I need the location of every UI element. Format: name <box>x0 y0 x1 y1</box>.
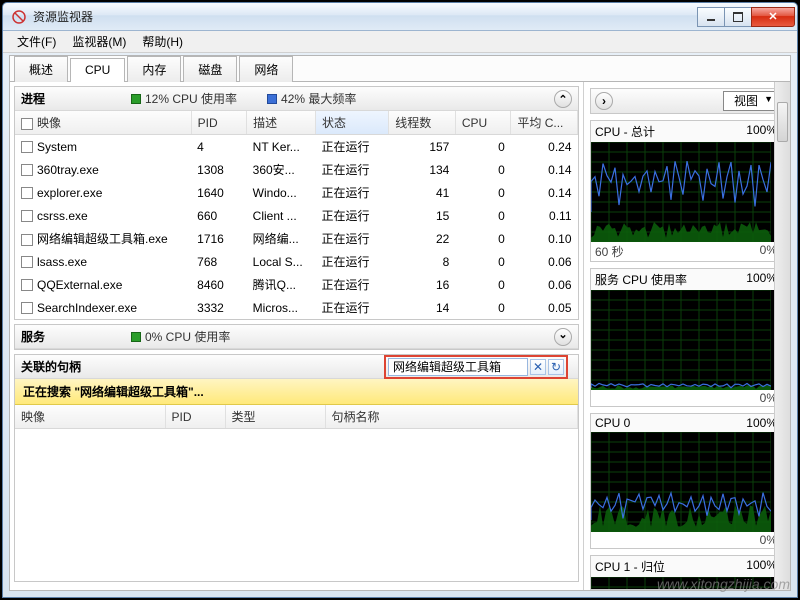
services-header[interactable]: 服务 0% CPU 使用率 <box>15 325 578 349</box>
table-row[interactable]: QQExternal.exe8460腾讯Q...正在运行1600.06 <box>15 273 578 296</box>
row-checkbox[interactable] <box>21 256 33 268</box>
table-row[interactable]: lsass.exe768Local S...正在运行800.06 <box>15 250 578 273</box>
menu-help[interactable]: 帮助(H) <box>134 31 191 52</box>
row-checkbox[interactable] <box>21 302 33 314</box>
chart-max: 100% <box>746 416 777 430</box>
table-row[interactable]: explorer.exe1640Windo...正在运行4100.14 <box>15 181 578 204</box>
minimize-button[interactable] <box>697 7 725 27</box>
col-status[interactable]: 状态 <box>316 111 389 135</box>
close-button[interactable] <box>751 7 795 27</box>
chart-2: CPU 0100%0% <box>590 413 782 549</box>
hcol-handle[interactable]: 句柄名称 <box>325 405 578 429</box>
svc-cpu-icon <box>131 332 141 342</box>
table-row[interactable]: System4NT Ker...正在运行15700.24 <box>15 135 578 159</box>
right-scrollbar[interactable] <box>774 82 790 590</box>
left-pane: 进程 12% CPU 使用率 42% 最大频率 映像 PID 描述 状态 线程数 <box>10 82 584 590</box>
section-services: 服务 0% CPU 使用率 <box>14 324 579 350</box>
table-row[interactable]: 网络编辑超级工具箱.exe1716网络编...正在运行2200.10 <box>15 227 578 250</box>
services-title: 服务 <box>21 328 101 345</box>
titlebar[interactable]: 资源监视器 <box>3 3 797 31</box>
searching-info: 正在搜索 "网络编辑超级工具箱"... <box>15 379 578 405</box>
chart-xlabel: 60 秒 <box>595 243 624 260</box>
table-row[interactable]: csrss.exe660Client ...正在运行1500.11 <box>15 204 578 227</box>
tab-cpu[interactable]: CPU <box>70 58 125 82</box>
row-checkbox[interactable] <box>21 234 33 246</box>
cpu-usage-icon <box>131 94 141 104</box>
tab-network[interactable]: 网络 <box>239 56 293 82</box>
tabstrip: 概述 CPU 内存 磁盘 网络 <box>10 56 790 82</box>
handles-title: 关联的句柄 <box>21 358 81 375</box>
processes-header[interactable]: 进程 12% CPU 使用率 42% 最大频率 <box>15 87 578 111</box>
view-dropdown[interactable]: 视图 <box>723 91 777 111</box>
chart-0: CPU - 总计100%60 秒0% <box>590 120 782 262</box>
col-avg[interactable]: 平均 C... <box>511 111 578 135</box>
row-checkbox[interactable] <box>21 187 33 199</box>
checkbox-all[interactable] <box>21 118 33 130</box>
table-row[interactable]: SearchIndexer.exe3332Micros...正在运行1400.0… <box>15 296 578 319</box>
table-row[interactable]: 360tray.exe1308360安...正在运行13400.14 <box>15 158 578 181</box>
tab-disk[interactable]: 磁盘 <box>183 56 237 82</box>
section-processes: 进程 12% CPU 使用率 42% 最大频率 映像 PID 描述 状态 线程数 <box>14 86 579 320</box>
chart-max: 100% <box>746 123 777 140</box>
cpu-usage-label: 12% CPU 使用率 <box>145 90 237 107</box>
chart-title: CPU 0 <box>595 416 630 430</box>
window: 资源监视器 文件(F) 监视器(M) 帮助(H) 概述 CPU 内存 磁盘 网络… <box>2 2 798 598</box>
hcol-type[interactable]: 类型 <box>225 405 325 429</box>
window-title: 资源监视器 <box>33 8 698 25</box>
row-checkbox[interactable] <box>21 164 33 176</box>
app-icon <box>11 9 27 25</box>
services-expand-button[interactable] <box>554 328 572 346</box>
handle-search-input[interactable] <box>388 358 528 376</box>
scrollbar-thumb[interactable] <box>777 102 788 142</box>
max-freq-label: 42% 最大频率 <box>281 90 356 107</box>
max-freq-icon <box>267 94 277 104</box>
chart-title: 服务 CPU 使用率 <box>595 271 687 288</box>
col-desc[interactable]: 描述 <box>247 111 316 135</box>
hcol-pid[interactable]: PID <box>165 405 225 429</box>
col-pid[interactable]: PID <box>191 111 247 135</box>
processes-table: 映像 PID 描述 状态 线程数 CPU 平均 C... System4NT K… <box>15 111 578 319</box>
chart-max: 100% <box>746 271 777 288</box>
client-area: 概述 CPU 内存 磁盘 网络 进程 12% CPU 使用率 42% 最大频率 <box>9 55 791 591</box>
processes-collapse-button[interactable] <box>554 90 572 108</box>
collapse-right-button[interactable] <box>595 92 613 110</box>
handles-table: 映像 PID 类型 句柄名称 <box>15 405 578 429</box>
menu-file[interactable]: 文件(F) <box>9 31 64 52</box>
search-highlight: ✕ ↻ <box>384 355 568 379</box>
maximize-button[interactable] <box>724 7 752 27</box>
right-pane: 视图 CPU - 总计100%60 秒0%服务 CPU 使用率100%0%CPU… <box>584 82 790 590</box>
row-checkbox[interactable] <box>21 210 33 222</box>
hcol-image[interactable]: 映像 <box>15 405 165 429</box>
col-threads[interactable]: 线程数 <box>389 111 456 135</box>
col-cpu[interactable]: CPU <box>455 111 511 135</box>
chart-3: CPU 1 - 归位 100% <box>590 555 782 590</box>
section-handles: 关联的句柄 ✕ ↻ 正在搜索 "网络编辑超级工具箱"... 映像 <box>14 354 579 582</box>
row-checkbox[interactable] <box>21 141 33 153</box>
row-checkbox[interactable] <box>21 279 33 291</box>
chart-title: CPU - 总计 <box>595 123 655 140</box>
refresh-search-icon[interactable]: ↻ <box>548 359 564 375</box>
tab-memory[interactable]: 内存 <box>127 56 181 82</box>
processes-title: 进程 <box>21 90 101 107</box>
svc-cpu-label: 0% CPU 使用率 <box>145 328 230 345</box>
menubar: 文件(F) 监视器(M) 帮助(H) <box>3 31 797 53</box>
chart-max: 100% <box>746 558 777 575</box>
chart-1: 服务 CPU 使用率100%0% <box>590 268 782 407</box>
menu-monitor[interactable]: 监视器(M) <box>64 31 134 52</box>
col-image[interactable]: 映像 <box>15 111 191 135</box>
clear-search-icon[interactable]: ✕ <box>530 359 546 375</box>
right-toolbar: 视图 <box>590 88 782 114</box>
chart-title: CPU 1 - 归位 <box>595 558 665 575</box>
handles-header[interactable]: 关联的句柄 ✕ ↻ <box>15 355 578 379</box>
tab-overview[interactable]: 概述 <box>14 56 68 82</box>
